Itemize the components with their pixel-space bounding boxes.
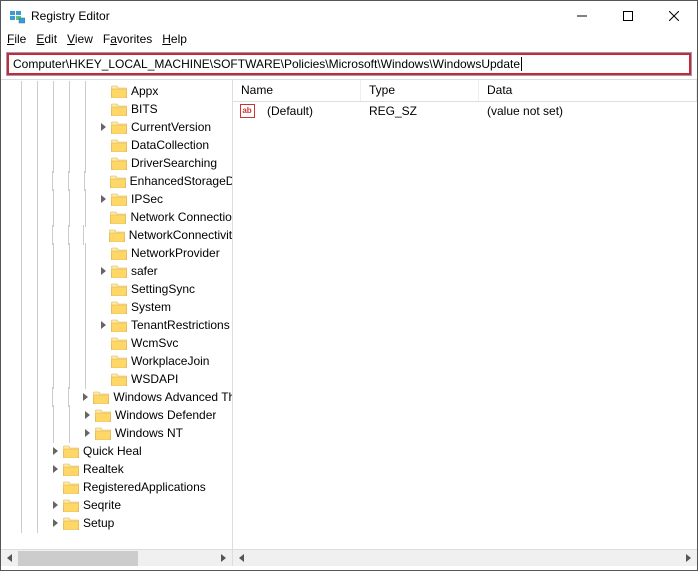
tree-node-label: IPSec	[131, 192, 163, 206]
scroll-left-icon[interactable]	[233, 550, 250, 567]
tree-node-label: NetworkProvider	[131, 246, 220, 260]
expand-icon[interactable]	[49, 445, 61, 457]
tree-node-label: CurrentVersion	[131, 120, 211, 134]
value-name: (Default)	[259, 104, 361, 118]
tree-node-label: Quick Heal	[83, 444, 142, 458]
string-value-icon: ab	[239, 103, 255, 119]
col-header-data[interactable]: Data	[479, 80, 697, 101]
tree-node-label: TenantRestrictions	[131, 318, 230, 332]
tree-node[interactable]: TenantRestrictions	[1, 316, 232, 334]
menu-view[interactable]: View	[67, 32, 93, 46]
tree-node[interactable]: RegisteredApplications	[1, 478, 232, 496]
tree-node[interactable]: DataCollection	[1, 136, 232, 154]
tree-node-label: DataCollection	[131, 138, 209, 152]
value-row[interactable]: ab (Default)REG_SZ(value not set)	[233, 102, 697, 120]
expand-icon[interactable]	[49, 517, 61, 529]
tree-node-label: Windows Advanced Threat Protection	[113, 390, 232, 404]
window-title: Registry Editor	[31, 9, 110, 23]
tree-h-scrollbar[interactable]	[1, 549, 232, 566]
tree-node-label: safer	[131, 264, 158, 278]
tree-node[interactable]: Windows Advanced Threat Protection	[1, 388, 232, 406]
scroll-right-icon[interactable]	[680, 550, 697, 567]
address-bar[interactable]: Computer\HKEY_LOCAL_MACHINE\SOFTWARE\Pol…	[7, 53, 691, 75]
tree-node-label: BITS	[131, 102, 158, 116]
col-header-type[interactable]: Type	[361, 80, 479, 101]
expand-icon[interactable]	[49, 463, 61, 475]
scroll-left-icon[interactable]	[1, 550, 18, 567]
tree-node[interactable]: BITS	[1, 100, 232, 118]
tree-node[interactable]: DriverSearching	[1, 154, 232, 172]
menu-help[interactable]: Help	[162, 32, 187, 46]
tree-node-label: NetworkConnectivityStatusIndicator	[129, 228, 232, 242]
minimize-button[interactable]	[559, 1, 605, 31]
tree-node-label: Realtek	[83, 462, 124, 476]
tree-node-label: SettingSync	[131, 282, 195, 296]
tree-node[interactable]: WSDAPI	[1, 370, 232, 388]
tree-node[interactable]: Appx	[1, 82, 232, 100]
tree-node[interactable]: Network Connections	[1, 208, 232, 226]
tree-node-label: Windows NT	[115, 426, 183, 440]
tree-node-label: Network Connections	[130, 210, 232, 224]
tree-node[interactable]: Realtek	[1, 460, 232, 478]
tree-node-label: WSDAPI	[131, 372, 178, 386]
expand-icon[interactable]	[97, 265, 109, 277]
scroll-thumb[interactable]	[18, 551, 138, 566]
tree-node[interactable]: IPSec	[1, 190, 232, 208]
tree-node-label: System	[131, 300, 171, 314]
tree-node[interactable]: WorkplaceJoin	[1, 352, 232, 370]
tree-node-label: Windows Defender	[115, 408, 216, 422]
tree-node-label: DriverSearching	[131, 156, 217, 170]
tree-node[interactable]: NetworkConnectivityStatusIndicator	[1, 226, 232, 244]
menu-favorites[interactable]: Favorites	[103, 32, 152, 46]
tree-node[interactable]: CurrentVersion	[1, 118, 232, 136]
main-split: Appx BITS CurrentVersion DataCollection Driv…	[1, 79, 697, 566]
tree-node-label: Appx	[131, 84, 158, 98]
tree-node-label: RegisteredApplications	[83, 480, 206, 494]
expand-icon[interactable]	[81, 427, 93, 439]
title-bar: Registry Editor	[1, 1, 697, 31]
tree-node[interactable]: EnhancedStorageDevices	[1, 172, 232, 190]
tree-node-label: Seqrite	[83, 498, 121, 512]
scroll-right-icon[interactable]	[215, 550, 232, 567]
values-header: Name Type Data	[233, 80, 697, 102]
expand-icon[interactable]	[97, 121, 109, 133]
tree-node-label: WorkplaceJoin	[131, 354, 209, 368]
expand-icon[interactable]	[79, 391, 91, 403]
app-icon	[9, 8, 25, 24]
tree-node[interactable]: SettingSync	[1, 280, 232, 298]
tree-node-label: WcmSvc	[131, 336, 178, 350]
col-header-name[interactable]: Name	[233, 80, 361, 101]
tree-node[interactable]: Setup	[1, 514, 232, 532]
expand-icon[interactable]	[97, 193, 109, 205]
menu-bar: File Edit View Favorites Help	[1, 31, 697, 51]
tree-node[interactable]: WcmSvc	[1, 334, 232, 352]
values-h-scrollbar[interactable]	[233, 549, 697, 566]
maximize-button[interactable]	[605, 1, 651, 31]
menu-edit[interactable]: Edit	[36, 32, 57, 46]
tree-node-label: Setup	[83, 516, 114, 530]
expand-icon[interactable]	[97, 319, 109, 331]
tree-node[interactable]: Windows NT	[1, 424, 232, 442]
tree-node[interactable]: safer	[1, 262, 232, 280]
value-type: REG_SZ	[361, 104, 479, 118]
tree-node-label: EnhancedStorageDevices	[130, 174, 232, 188]
tree-node[interactable]: Seqrite	[1, 496, 232, 514]
registry-tree[interactable]: Appx BITS CurrentVersion DataCollection Driv…	[1, 80, 232, 549]
tree-node[interactable]: Windows Defender	[1, 406, 232, 424]
values-list[interactable]: ab (Default)REG_SZ(value not set)	[233, 102, 697, 549]
expand-icon[interactable]	[49, 499, 61, 511]
tree-pane: Appx BITS CurrentVersion DataCollection Driv…	[1, 80, 233, 566]
tree-node[interactable]: Quick Heal	[1, 442, 232, 460]
expand-icon[interactable]	[81, 409, 93, 421]
close-button[interactable]	[651, 1, 697, 31]
address-path: Computer\HKEY_LOCAL_MACHINE\SOFTWARE\Pol…	[13, 57, 520, 71]
menu-file[interactable]: File	[7, 32, 26, 46]
tree-node[interactable]: NetworkProvider	[1, 244, 232, 262]
value-data: (value not set)	[479, 104, 571, 118]
tree-node[interactable]: System	[1, 298, 232, 316]
values-pane: Name Type Data ab (Default)REG_SZ(value n…	[233, 80, 697, 566]
